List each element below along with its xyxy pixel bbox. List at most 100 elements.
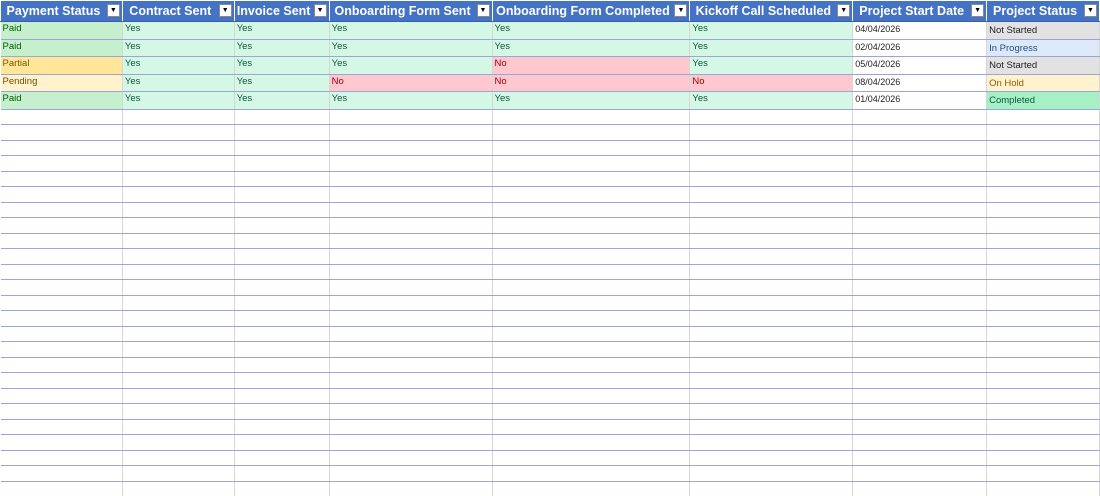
empty-cell[interactable]	[689, 372, 854, 389]
empty-cell[interactable]	[329, 109, 493, 125]
empty-cell[interactable]	[492, 140, 691, 156]
empty-cell[interactable]	[689, 465, 854, 482]
empty-cell[interactable]	[852, 295, 988, 311]
empty-cell[interactable]	[852, 155, 988, 172]
empty-cell[interactable]	[329, 310, 493, 327]
onboarding-form-completed-cell[interactable]: No	[492, 74, 691, 92]
empty-cell[interactable]	[492, 372, 691, 389]
empty-cell[interactable]	[0, 341, 123, 358]
empty-cell[interactable]	[852, 388, 988, 404]
empty-cell[interactable]	[329, 217, 493, 234]
onboarding-form-sent-cell[interactable]: Yes	[329, 21, 493, 40]
empty-cell[interactable]	[986, 481, 1100, 496]
contract-sent-cell[interactable]: Yes	[122, 56, 235, 75]
payment-status-cell[interactable]: Pending	[0, 74, 123, 92]
empty-cell[interactable]	[492, 434, 691, 451]
empty-cell[interactable]	[234, 481, 330, 496]
empty-cell[interactable]	[986, 155, 1100, 172]
onboarding-form-sent-cell[interactable]: Yes	[329, 39, 493, 57]
empty-cell[interactable]	[986, 109, 1100, 125]
empty-cell[interactable]	[986, 434, 1100, 451]
empty-cell[interactable]	[852, 217, 988, 234]
empty-cell[interactable]	[492, 124, 691, 141]
kickoff-call-scheduled-cell[interactable]: No	[689, 74, 854, 92]
project-start-date-cell[interactable]: 04/04/2026	[852, 21, 988, 40]
empty-cell[interactable]	[234, 109, 330, 125]
header-project-start-date[interactable]: Project Start Date ▼	[852, 0, 988, 22]
empty-cell[interactable]	[0, 264, 123, 280]
invoice-sent-cell[interactable]: Yes	[234, 74, 330, 92]
empty-cell[interactable]	[0, 233, 123, 249]
empty-cell[interactable]	[852, 450, 988, 466]
empty-cell[interactable]	[986, 341, 1100, 358]
empty-cell[interactable]	[329, 124, 493, 141]
empty-cell[interactable]	[689, 202, 854, 218]
empty-cell[interactable]	[122, 186, 235, 203]
empty-cell[interactable]	[122, 155, 235, 172]
invoice-sent-cell[interactable]: Yes	[234, 21, 330, 40]
empty-cell[interactable]	[329, 264, 493, 280]
empty-cell[interactable]	[234, 264, 330, 280]
empty-cell[interactable]	[122, 419, 235, 435]
empty-cell[interactable]	[492, 310, 691, 327]
project-status-cell[interactable]: On Hold	[986, 74, 1100, 92]
project-start-date-cell[interactable]: 05/04/2026	[852, 56, 988, 75]
empty-cell[interactable]	[689, 264, 854, 280]
empty-cell[interactable]	[0, 450, 123, 466]
filter-dropdown-icon[interactable]: ▼	[971, 4, 985, 17]
empty-cell[interactable]	[689, 295, 854, 311]
empty-cell[interactable]	[329, 248, 493, 265]
empty-cell[interactable]	[329, 140, 493, 156]
empty-cell[interactable]	[852, 403, 988, 420]
empty-cell[interactable]	[122, 248, 235, 265]
empty-cell[interactable]	[689, 248, 854, 265]
kickoff-call-scheduled-cell[interactable]: Yes	[689, 56, 854, 75]
empty-cell[interactable]	[689, 171, 854, 187]
empty-cell[interactable]	[329, 202, 493, 218]
empty-cell[interactable]	[689, 419, 854, 435]
empty-cell[interactable]	[0, 357, 123, 373]
empty-cell[interactable]	[986, 248, 1100, 265]
empty-cell[interactable]	[0, 419, 123, 435]
empty-cell[interactable]	[122, 450, 235, 466]
empty-cell[interactable]	[122, 372, 235, 389]
empty-cell[interactable]	[986, 295, 1100, 311]
empty-cell[interactable]	[852, 481, 988, 496]
empty-cell[interactable]	[234, 124, 330, 141]
project-start-date-cell[interactable]: 02/04/2026	[852, 39, 988, 57]
empty-cell[interactable]	[852, 341, 988, 358]
empty-cell[interactable]	[492, 357, 691, 373]
empty-cell[interactable]	[986, 264, 1100, 280]
empty-cell[interactable]	[0, 109, 123, 125]
empty-cell[interactable]	[852, 186, 988, 203]
empty-cell[interactable]	[329, 465, 493, 482]
empty-cell[interactable]	[689, 434, 854, 451]
empty-cell[interactable]	[852, 279, 988, 296]
empty-cell[interactable]	[0, 403, 123, 420]
empty-cell[interactable]	[852, 202, 988, 218]
empty-cell[interactable]	[492, 202, 691, 218]
empty-cell[interactable]	[986, 279, 1100, 296]
empty-cell[interactable]	[329, 372, 493, 389]
empty-cell[interactable]	[0, 140, 123, 156]
empty-cell[interactable]	[492, 341, 691, 358]
empty-cell[interactable]	[986, 171, 1100, 187]
empty-cell[interactable]	[234, 279, 330, 296]
empty-cell[interactable]	[492, 264, 691, 280]
project-status-cell[interactable]: Completed	[986, 91, 1100, 110]
empty-cell[interactable]	[329, 279, 493, 296]
empty-cell[interactable]	[122, 310, 235, 327]
empty-cell[interactable]	[234, 403, 330, 420]
empty-cell[interactable]	[986, 388, 1100, 404]
empty-cell[interactable]	[0, 217, 123, 234]
empty-cell[interactable]	[492, 450, 691, 466]
empty-cell[interactable]	[852, 140, 988, 156]
empty-cell[interactable]	[329, 295, 493, 311]
empty-cell[interactable]	[234, 326, 330, 342]
project-status-cell[interactable]: Not Started	[986, 56, 1100, 75]
empty-cell[interactable]	[329, 388, 493, 404]
empty-cell[interactable]	[234, 341, 330, 358]
header-invoice-sent[interactable]: Invoice Sent ▼	[233, 0, 330, 22]
empty-cell[interactable]	[122, 109, 235, 125]
empty-cell[interactable]	[492, 186, 691, 203]
